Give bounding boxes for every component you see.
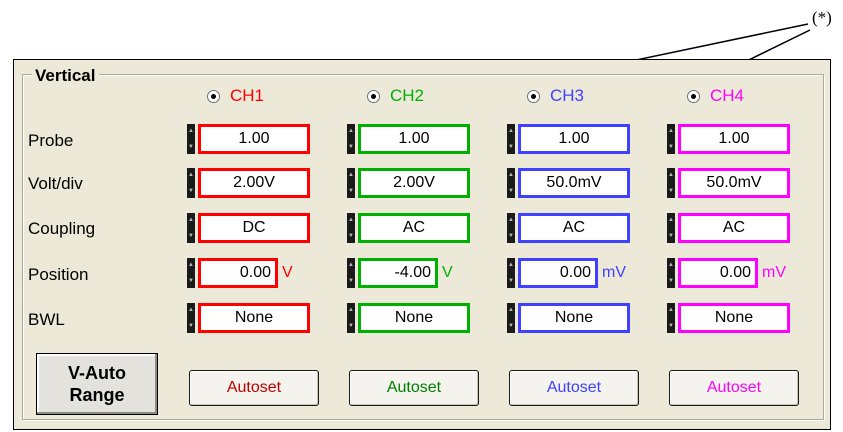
ch2-bwl-stepper[interactable]: ▲ ▼ None: [347, 303, 470, 333]
ch4-bwl-value[interactable]: None: [678, 303, 790, 333]
ch4-probe-stepper[interactable]: ▲ ▼ 1.00: [667, 124, 790, 154]
spin-arrows-icon[interactable]: ▲ ▼: [347, 124, 355, 154]
ch4-probe-value[interactable]: 1.00: [678, 124, 790, 154]
radio-selected-icon: [687, 89, 700, 103]
spin-arrows-icon[interactable]: ▲ ▼: [187, 168, 195, 198]
ch2-autoset-button[interactable]: Autoset: [349, 370, 479, 406]
radio-selected-icon: [207, 89, 220, 103]
ch3-bwl-stepper[interactable]: ▲ ▼ None: [507, 303, 630, 333]
ch3-probe-value[interactable]: 1.00: [518, 124, 630, 154]
ch2-coupling-value[interactable]: AC: [358, 213, 470, 243]
ch3-probe-stepper[interactable]: ▲ ▼ 1.00: [507, 124, 630, 154]
bwl-label: BWL: [28, 310, 65, 329]
spin-arrows-icon[interactable]: ▲ ▼: [347, 168, 355, 198]
ch3-coupling-value[interactable]: AC: [518, 213, 630, 243]
spin-arrows-icon[interactable]: ▲ ▼: [187, 124, 195, 154]
spin-arrows-icon[interactable]: ▲ ▼: [507, 124, 515, 154]
v-auto-range-line1: V-Auto: [68, 363, 126, 383]
ch1-position-value[interactable]: 0.00: [198, 258, 278, 288]
coupling-label: Coupling: [28, 219, 96, 238]
ch4-select-radio[interactable]: CH4: [687, 85, 744, 107]
ch4-position-value[interactable]: 0.00: [678, 258, 758, 288]
v-auto-range-line2: Range: [69, 385, 125, 405]
spin-arrows-icon[interactable]: ▲ ▼: [187, 213, 195, 243]
ch2-probe-stepper[interactable]: ▲ ▼ 1.00: [347, 124, 470, 154]
spin-arrows-icon[interactable]: ▲ ▼: [347, 258, 355, 288]
ch1-volt-div-value[interactable]: 2.00V: [198, 168, 310, 198]
spin-arrows-icon[interactable]: ▲ ▼: [667, 213, 675, 243]
ch1-coupling-value[interactable]: DC: [198, 213, 310, 243]
ch2-name: CH2: [390, 86, 425, 105]
ch4-volt-div-stepper[interactable]: ▲ ▼ 50.0mV: [667, 168, 790, 198]
ch1-position-unit: V: [282, 264, 293, 281]
spin-arrows-icon[interactable]: ▲ ▼: [667, 258, 675, 288]
spin-arrows-icon[interactable]: ▲ ▼: [667, 124, 675, 154]
radio-selected-icon: [367, 89, 380, 103]
vertical-group-title: Vertical: [32, 66, 99, 86]
ch3-bwl-value[interactable]: None: [518, 303, 630, 333]
ch4-coupling-stepper[interactable]: ▲ ▼ AC: [667, 213, 790, 243]
spin-arrows-icon[interactable]: ▲ ▼: [187, 258, 195, 288]
ch2-volt-div-stepper[interactable]: ▲ ▼ 2.00V: [347, 168, 470, 198]
probe-label: Probe: [28, 131, 74, 150]
ch1-probe-stepper[interactable]: ▲ ▼ 1.00: [187, 124, 310, 154]
spin-arrows-icon[interactable]: ▲ ▼: [187, 303, 195, 333]
ch4-bwl-stepper[interactable]: ▲ ▼ None: [667, 303, 790, 333]
ch3-select-radio[interactable]: CH3: [527, 85, 584, 107]
spin-arrows-icon[interactable]: ▲ ▼: [347, 213, 355, 243]
ch2-bwl-value[interactable]: None: [358, 303, 470, 333]
ch3-volt-div-value[interactable]: 50.0mV: [518, 168, 630, 198]
ch2-position-unit: V: [442, 264, 453, 281]
ch2-select-radio[interactable]: CH2: [367, 85, 424, 107]
ch3-name: CH3: [550, 86, 585, 105]
ch3-position-stepper[interactable]: ▲ ▼ 0.00 mV: [507, 258, 626, 288]
volt-div-label: Volt/div: [28, 174, 83, 193]
ch1-volt-div-stepper[interactable]: ▲ ▼ 2.00V: [187, 168, 310, 198]
v-auto-range-button[interactable]: V-Auto Range: [36, 353, 158, 415]
ch1-select-radio[interactable]: CH1: [207, 85, 264, 107]
ch4-autoset-button[interactable]: Autoset: [669, 370, 799, 406]
ch1-bwl-stepper[interactable]: ▲ ▼ None: [187, 303, 310, 333]
vertical-panel: Vertical Probe Volt/div Coupling Positio…: [13, 59, 831, 430]
ch1-coupling-stepper[interactable]: ▲ ▼ DC: [187, 213, 310, 243]
ch4-coupling-value[interactable]: AC: [678, 213, 790, 243]
spin-arrows-icon[interactable]: ▲ ▼: [667, 168, 675, 198]
ch1-probe-value[interactable]: 1.00: [198, 124, 310, 154]
spin-arrows-icon[interactable]: ▲ ▼: [507, 303, 515, 333]
ch1-bwl-value[interactable]: None: [198, 303, 310, 333]
position-label: Position: [28, 265, 89, 284]
ch1-name: CH1: [230, 86, 265, 105]
radio-selected-icon: [527, 89, 540, 103]
ch4-name: CH4: [710, 86, 745, 105]
spin-arrows-icon[interactable]: ▲ ▼: [507, 213, 515, 243]
ch3-position-unit: mV: [602, 264, 626, 281]
spin-arrows-icon[interactable]: ▲ ▼: [507, 258, 515, 288]
ch2-position-stepper[interactable]: ▲ ▼ -4.00 V: [347, 258, 453, 288]
ch3-position-value[interactable]: 0.00: [518, 258, 598, 288]
ch1-autoset-button[interactable]: Autoset: [189, 370, 319, 406]
ch3-autoset-button[interactable]: Autoset: [509, 370, 639, 406]
ch2-coupling-stepper[interactable]: ▲ ▼ AC: [347, 213, 470, 243]
spin-arrows-icon[interactable]: ▲ ▼: [667, 303, 675, 333]
ch3-volt-div-stepper[interactable]: ▲ ▼ 50.0mV: [507, 168, 630, 198]
ch4-position-stepper[interactable]: ▲ ▼ 0.00 mV: [667, 258, 786, 288]
ch2-probe-value[interactable]: 1.00: [358, 124, 470, 154]
spin-arrows-icon[interactable]: ▲ ▼: [347, 303, 355, 333]
spin-arrows-icon[interactable]: ▲ ▼: [507, 168, 515, 198]
ch4-position-unit: mV: [762, 264, 786, 281]
ch2-volt-div-value[interactable]: 2.00V: [358, 168, 470, 198]
ch4-volt-div-value[interactable]: 50.0mV: [678, 168, 790, 198]
ch1-position-stepper[interactable]: ▲ ▼ 0.00 V: [187, 258, 293, 288]
ch2-position-value[interactable]: -4.00: [358, 258, 438, 288]
ch3-coupling-stepper[interactable]: ▲ ▼ AC: [507, 213, 630, 243]
